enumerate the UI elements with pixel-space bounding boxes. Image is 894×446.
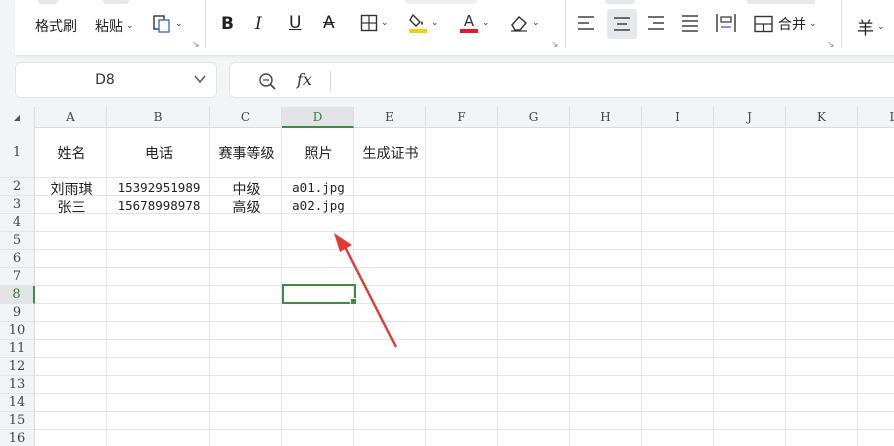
chevron-down-icon: ⌄	[431, 18, 439, 28]
merge-cells-icon	[754, 15, 773, 33]
insert-function-button[interactable]: fx	[297, 70, 312, 89]
spreadsheet-grid[interactable]: ◢ ABCDEFGHIJKL 1 2 3 4 5 6 7 8 9 10 11 12 13 14 15 16 姓…	[0, 107, 894, 446]
paste-special-button[interactable]: ⌄	[152, 14, 183, 34]
ribbon-icon-stub	[605, 0, 635, 4]
font-dialog-launcher-icon[interactable]: ↘	[551, 40, 559, 50]
ribbon-separator	[205, 0, 206, 48]
ribbon-toolbar: 格式刷 粘贴 ⌄ ⌄ ↘ B I U A ⌄ ⌄ A ⌄ ⌄ ↘ 合并 ⌄ ↘ …	[15, 0, 894, 56]
font-color-icon: A	[459, 12, 479, 34]
chevron-down-icon: ⌄	[381, 18, 389, 28]
ribbon-icon-stub	[38, 0, 58, 4]
chevron-down-icon: ⌄	[532, 18, 540, 28]
annotation-arrow	[334, 233, 398, 348]
name-box[interactable]: D8	[15, 62, 217, 98]
italic-button[interactable]: I	[255, 14, 262, 34]
align-right-icon	[647, 14, 665, 32]
currency-format-button[interactable]: 羊 ⌄	[857, 14, 885, 39]
italic-icon: I	[255, 14, 262, 34]
distributed-align-button[interactable]	[716, 13, 736, 33]
borders-icon	[360, 14, 378, 32]
justify-button[interactable]	[681, 14, 699, 32]
strikethrough-icon: A	[323, 13, 335, 33]
chevron-down-icon: ⌄	[482, 18, 490, 28]
annotation-arrow-shaft	[342, 244, 398, 348]
currency-format-label: 羊	[857, 19, 874, 39]
merge-button[interactable]: 合并 ⌄	[754, 14, 817, 34]
align-right-button[interactable]	[647, 14, 665, 32]
svg-text:A: A	[464, 12, 475, 30]
borders-button[interactable]: ⌄	[360, 14, 389, 32]
bold-icon: B	[221, 14, 234, 34]
chevron-down-icon: ⌄	[175, 19, 183, 29]
fill-color-icon	[408, 12, 428, 34]
annotation-arrowhead	[334, 233, 352, 252]
chevron-down-icon[interactable]	[194, 72, 206, 86]
bold-button[interactable]: B	[221, 14, 234, 34]
formula-input[interactable]	[340, 71, 890, 91]
formula-bar-divider	[330, 71, 331, 91]
copy-paste-icon	[152, 14, 172, 34]
format-painter-label: 格式刷	[35, 19, 77, 35]
ribbon-dropdown-stub	[405, 0, 477, 4]
paste-label: 粘贴	[95, 19, 123, 35]
fill-color-button[interactable]: ⌄	[408, 12, 439, 34]
merge-label: 合并	[778, 17, 806, 33]
justify-icon	[681, 14, 699, 32]
underline-button[interactable]: U	[289, 13, 301, 33]
underline-icon: U	[289, 13, 302, 33]
zoom-icon[interactable]	[258, 72, 276, 90]
align-center-icon	[613, 15, 631, 33]
font-color-button[interactable]: A ⌄	[459, 12, 490, 34]
paste-button[interactable]: 粘贴 ⌄	[95, 16, 134, 36]
ribbon-separator	[565, 0, 566, 48]
chevron-down-icon: ⌄	[877, 21, 885, 32]
ribbon-icon-stub	[103, 0, 129, 4]
align-left-icon	[577, 14, 595, 32]
chevron-down-icon: ⌄	[809, 19, 817, 29]
ribbon-separator	[841, 0, 842, 48]
ribbon-icon-stub	[747, 0, 815, 4]
distributed-align-icon	[716, 13, 736, 33]
clipboard-dialog-launcher-icon[interactable]: ↘	[192, 40, 200, 50]
alignment-dialog-launcher-icon[interactable]: ↘	[827, 40, 835, 50]
align-left-button[interactable]	[577, 14, 595, 32]
eraser-icon	[509, 14, 529, 32]
clear-format-button[interactable]: ⌄	[509, 14, 540, 32]
name-box-value: D8	[95, 72, 115, 88]
align-center-button[interactable]	[607, 9, 637, 39]
chevron-down-icon: ⌄	[126, 21, 134, 31]
format-painter-button[interactable]: 格式刷	[35, 16, 77, 36]
formula-bar: fx	[229, 62, 894, 98]
strikethrough-button[interactable]: A	[323, 13, 335, 33]
